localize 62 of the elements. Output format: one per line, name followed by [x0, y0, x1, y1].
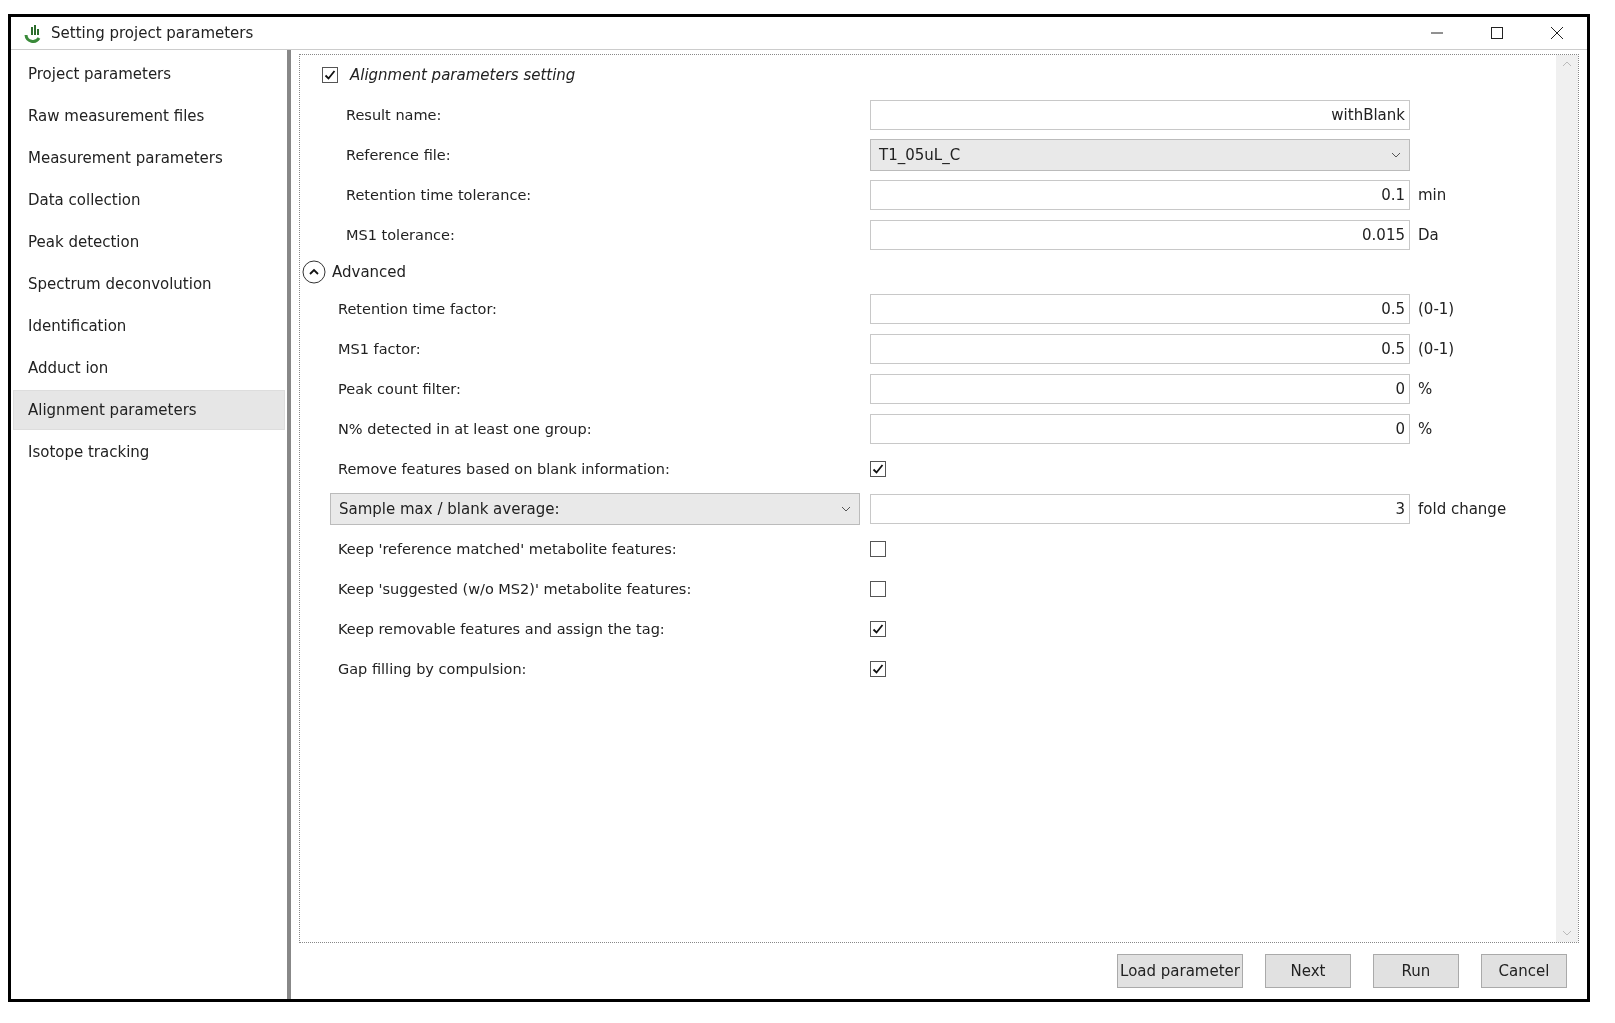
checkbox[interactable] [870, 461, 886, 477]
sidebar-item[interactable]: Isotope tracking [13, 432, 285, 472]
app-logo-icon [23, 23, 43, 43]
chevron-down-icon [1391, 152, 1401, 158]
sidebar-item[interactable]: Project parameters [13, 54, 285, 94]
input-field[interactable]: 0 [870, 414, 1410, 444]
field-label: Reference file: [345, 147, 452, 163]
window-title: Setting project parameters [51, 24, 255, 42]
close-icon [1550, 26, 1564, 40]
unit-label: min [1417, 186, 1448, 204]
dialog-button[interactable]: Run [1373, 954, 1459, 988]
checkbox[interactable] [322, 67, 338, 83]
field-label: MS1 tolerance: [345, 227, 456, 243]
input-field[interactable]: 0.015 [870, 220, 1410, 250]
unit-label: % [1417, 380, 1434, 398]
unit-label: (0-1) [1417, 340, 1456, 358]
sidebar-item[interactable]: Spectrum deconvolution [13, 264, 285, 304]
dialog-button[interactable]: Load parameter [1117, 954, 1243, 988]
checkbox[interactable] [870, 541, 886, 557]
field-label: Peak count filter: [337, 381, 462, 397]
dropdown[interactable]: Sample max / blank average: [330, 493, 860, 525]
dialog-button[interactable]: Next [1265, 954, 1351, 988]
field-label: Keep 'reference matched' metabolite features: [337, 541, 678, 557]
input-field[interactable]: 0.5 [870, 294, 1410, 324]
scrollbar[interactable] [1556, 55, 1578, 942]
unit-label: (0-1) [1417, 300, 1456, 318]
checkbox[interactable] [870, 621, 886, 637]
field-label: Keep removable features and assign the tag: [337, 621, 666, 637]
unit-label: Da [1417, 226, 1440, 244]
maximize-icon [1490, 26, 1504, 40]
field-label: N% detected in at least one group: [337, 421, 593, 437]
field-label: Keep 'suggested (w/o MS2)' metabolite features: [337, 581, 693, 597]
sidebar-item[interactable]: Data collection [13, 180, 285, 220]
unit-label: % [1417, 420, 1434, 438]
sidebar-item[interactable]: Alignment parameters [13, 390, 285, 430]
field-label: Gap filling by compulsion: [337, 661, 528, 677]
section-title: Alignment parameters setting [350, 66, 576, 84]
sidebar-item[interactable]: Identification [13, 306, 285, 346]
field-label: Result name: [345, 107, 443, 123]
input-field[interactable]: 3 [870, 494, 1410, 524]
input-field[interactable]: 0.5 [870, 334, 1410, 364]
input-field[interactable]: 0 [870, 374, 1410, 404]
field-label: Retention time tolerance: [345, 187, 533, 203]
chevron-down-icon [841, 506, 851, 512]
checkbox[interactable] [870, 581, 886, 597]
unit-label: fold change [1417, 500, 1508, 518]
chevron-circle-icon [302, 260, 326, 284]
sidebar-item[interactable]: Raw measurement files [13, 96, 285, 136]
input-field[interactable]: 0.1 [870, 180, 1410, 210]
dialog-button[interactable]: Cancel [1481, 954, 1567, 988]
sidebar-item[interactable]: Adduct ion [13, 348, 285, 388]
sidebar-item[interactable]: Peak detection [13, 222, 285, 262]
chevron-up-icon [1562, 61, 1572, 67]
input-field[interactable]: withBlank [870, 100, 1410, 130]
field-label: Remove features based on blank information: [337, 461, 671, 477]
field-label: Retention time factor: [337, 301, 498, 317]
sidebar-item[interactable]: Measurement parameters [13, 138, 285, 178]
field-label: MS1 factor: [337, 341, 422, 357]
dropdown[interactable]: T1_05uL_C [870, 139, 1410, 171]
checkbox[interactable] [870, 661, 886, 677]
advanced-toggle[interactable]: Advanced [300, 255, 1556, 289]
chevron-down-icon [1562, 930, 1572, 936]
